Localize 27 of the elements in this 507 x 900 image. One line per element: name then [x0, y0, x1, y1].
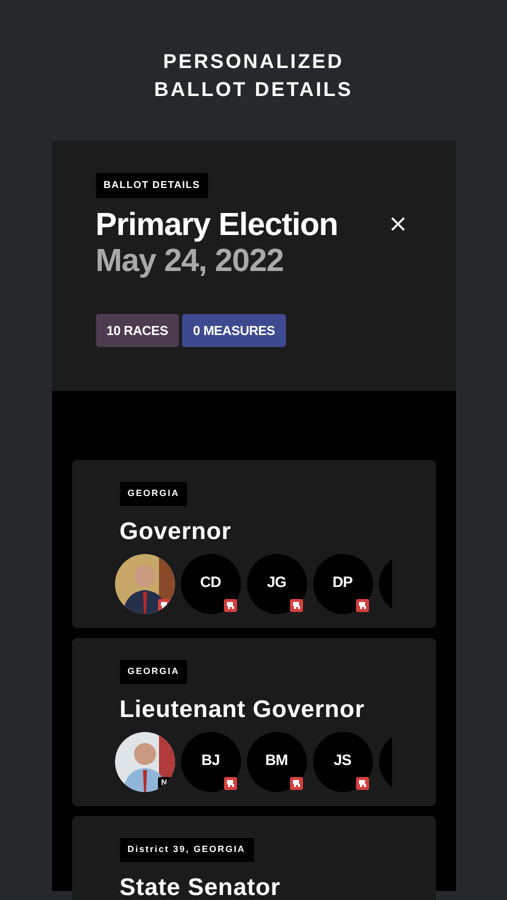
race-title: Governor [120, 516, 232, 546]
party-badge-icon [356, 598, 368, 612]
race-card[interactable]: District 39, GEORGIA State Senator [72, 816, 436, 900]
party-badge-icon [224, 776, 236, 790]
candidate-avatar[interactable]: CD [180, 554, 240, 614]
close-icon [390, 216, 406, 232]
region-tag: GEORGIA [120, 482, 188, 506]
race-title: State Senator [120, 872, 282, 900]
ballot-tag: BALLOT DETAILS [96, 173, 208, 198]
count-chip[interactable]: 10 RACES [96, 314, 179, 347]
candidate-avatar[interactable]: JG [246, 554, 306, 614]
candidate-avatar[interactable]: BM [246, 732, 306, 792]
candidate-avatar[interactable]: DP [312, 554, 372, 614]
party-badge-icon [290, 776, 302, 790]
party-badge-icon [356, 776, 368, 790]
count-chip[interactable]: 0 MEASURES [182, 314, 286, 347]
race-title: Lieutenant Governor [120, 694, 366, 724]
election-title: Primary Election [96, 206, 338, 242]
candidate-avatar[interactable]: JS [312, 732, 372, 792]
party-badge-icon [290, 598, 302, 612]
region-tag: District 39, GEORGIA [120, 838, 254, 862]
race-card[interactable]: GEORGIA Governor CD JG DP [72, 460, 436, 628]
page-title: PERSONALIZED BALLOT DETAILS [153, 50, 354, 103]
election-date: May 24, 2022 [96, 242, 285, 278]
candidate-avatar[interactable]: BJ [180, 732, 240, 792]
party-badge-icon [224, 598, 236, 612]
region-tag: GEORGIA [120, 660, 188, 684]
